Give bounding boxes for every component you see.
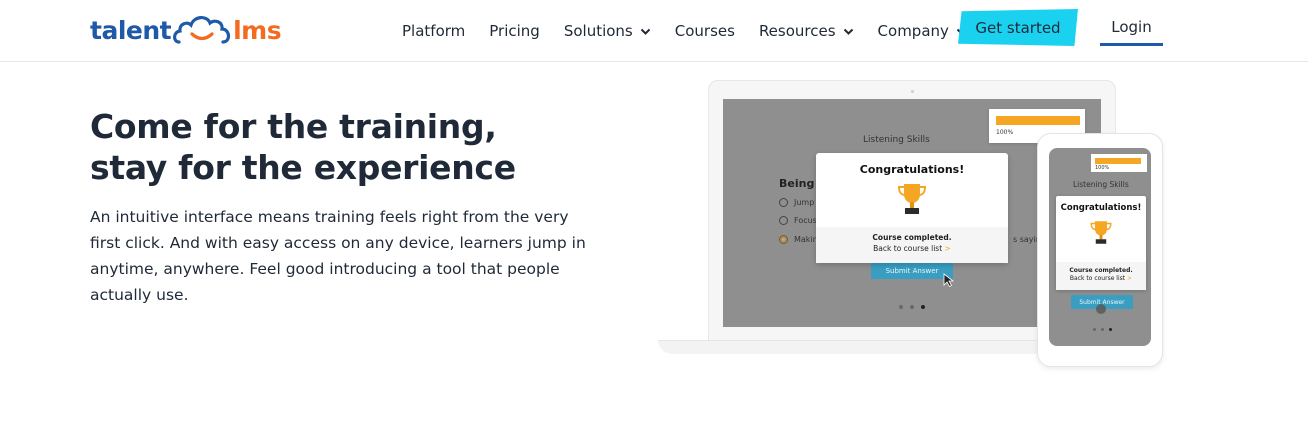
trophy-icon <box>1090 221 1112 244</box>
arrow-right-icon: > <box>944 244 951 253</box>
option-label: Makin <box>794 235 818 244</box>
hero-title: Come for the training, stay for the expe… <box>90 106 610 188</box>
arrow-right-icon: > <box>1127 275 1133 282</box>
pagination-dot <box>899 305 903 309</box>
submit-answer-button: Submit Answer <box>871 262 953 279</box>
radio-selected-icon <box>779 235 788 244</box>
nav-label: Resources <box>758 22 836 40</box>
hero-description: An intuitive interface means training fe… <box>90 208 586 304</box>
progress-label: 100% <box>996 129 1014 136</box>
quiz-option: Focus <box>779 216 817 225</box>
phone-progress-bar <box>1095 158 1141 164</box>
option-label: Focus <box>794 216 817 225</box>
nav-item-platform[interactable]: Platform <box>402 22 465 40</box>
talentlms-logo[interactable]: talent lms <box>90 12 282 48</box>
progress-fill <box>996 116 1080 125</box>
pagination-dot <box>910 305 914 309</box>
phone-progress-widget: 100% <box>1091 154 1147 172</box>
phone-congrats-modal: Congratulations! Course completed. Back … <box>1056 196 1146 290</box>
phone-progress-label: 100% <box>1095 165 1110 171</box>
nav-item-company[interactable]: Company <box>878 22 967 40</box>
phone-congrats-title: Congratulations! <box>1060 203 1142 213</box>
nav-label: Platform <box>402 22 466 40</box>
nav-label: Company <box>877 22 949 40</box>
trophy-icon <box>897 184 927 214</box>
congrats-modal: Congratulations! Course completed. Back … <box>816 153 1008 263</box>
nav-item-pricing[interactable]: Pricing <box>489 22 540 40</box>
chevron-down-icon <box>640 28 650 35</box>
cloud-smile-icon <box>173 16 231 44</box>
lesson-title: Listening Skills <box>863 135 930 145</box>
nav-label: Courses <box>674 22 735 40</box>
back-label: Back to course list <box>873 244 943 253</box>
nav-item-solutions[interactable]: Solutions <box>564 22 651 40</box>
nav-menu: Platform Pricing Solutions Courses Resou… <box>402 18 991 44</box>
laptop-camera <box>911 90 914 93</box>
back-to-course-list-link: Back to course list > <box>816 244 1008 253</box>
nav-item-resources[interactable]: Resources <box>759 22 854 40</box>
mouse-pointer-icon <box>943 273 955 287</box>
radio-icon <box>779 216 788 225</box>
touch-indicator <box>1096 304 1106 314</box>
pagination-dot <box>1093 328 1096 331</box>
progress-bar <box>996 116 1080 125</box>
hero-title-line-1: Come for the training, <box>90 107 497 146</box>
hero-title-line-2: stay for the experience <box>90 148 516 187</box>
laptop-base <box>658 340 1058 354</box>
back-label: Back to course list <box>1069 275 1126 282</box>
logo-text-talent: talent <box>90 15 172 45</box>
phone-screen: 100% Listening Skills Congratulations! C… <box>1049 148 1151 346</box>
logo-text-lms: lms <box>233 15 282 45</box>
congrats-title: Congratulations! <box>859 163 965 176</box>
top-nav: talent lms Platform Pricing Solutions Co… <box>0 0 1308 62</box>
radio-icon <box>779 198 788 207</box>
pagination-dot-active <box>921 305 925 309</box>
course-completed-text: Course completed. <box>872 233 952 242</box>
option-label: Jump <box>794 198 815 207</box>
nav-label: Solutions <box>563 22 633 40</box>
chevron-down-icon <box>843 28 853 35</box>
phone-pagination-dots <box>1093 328 1117 331</box>
login-link[interactable]: Login <box>1100 18 1163 46</box>
quiz-option: Jump <box>779 198 814 207</box>
phone-congrats-footer: Course completed. Back to course list > <box>1056 262 1146 290</box>
nav-label: Pricing <box>489 22 540 40</box>
nav-item-courses[interactable]: Courses <box>675 22 735 40</box>
pagination-dots <box>899 305 932 309</box>
pagination-dot <box>1101 328 1104 331</box>
pagination-dot-active <box>1109 328 1112 331</box>
quiz-option: Makin <box>779 235 818 244</box>
phone-mockup: 100% Listening Skills Congratulations! C… <box>1037 133 1163 367</box>
get-started-button[interactable]: Get started <box>958 9 1078 46</box>
phone-back-to-course-list-link: Back to course list > <box>1056 275 1146 282</box>
phone-lesson-title: Listening Skills <box>1073 180 1129 189</box>
phone-course-completed-text: Course completed. <box>1069 267 1133 274</box>
congrats-footer: Course completed. Back to course list > <box>816 227 1008 263</box>
